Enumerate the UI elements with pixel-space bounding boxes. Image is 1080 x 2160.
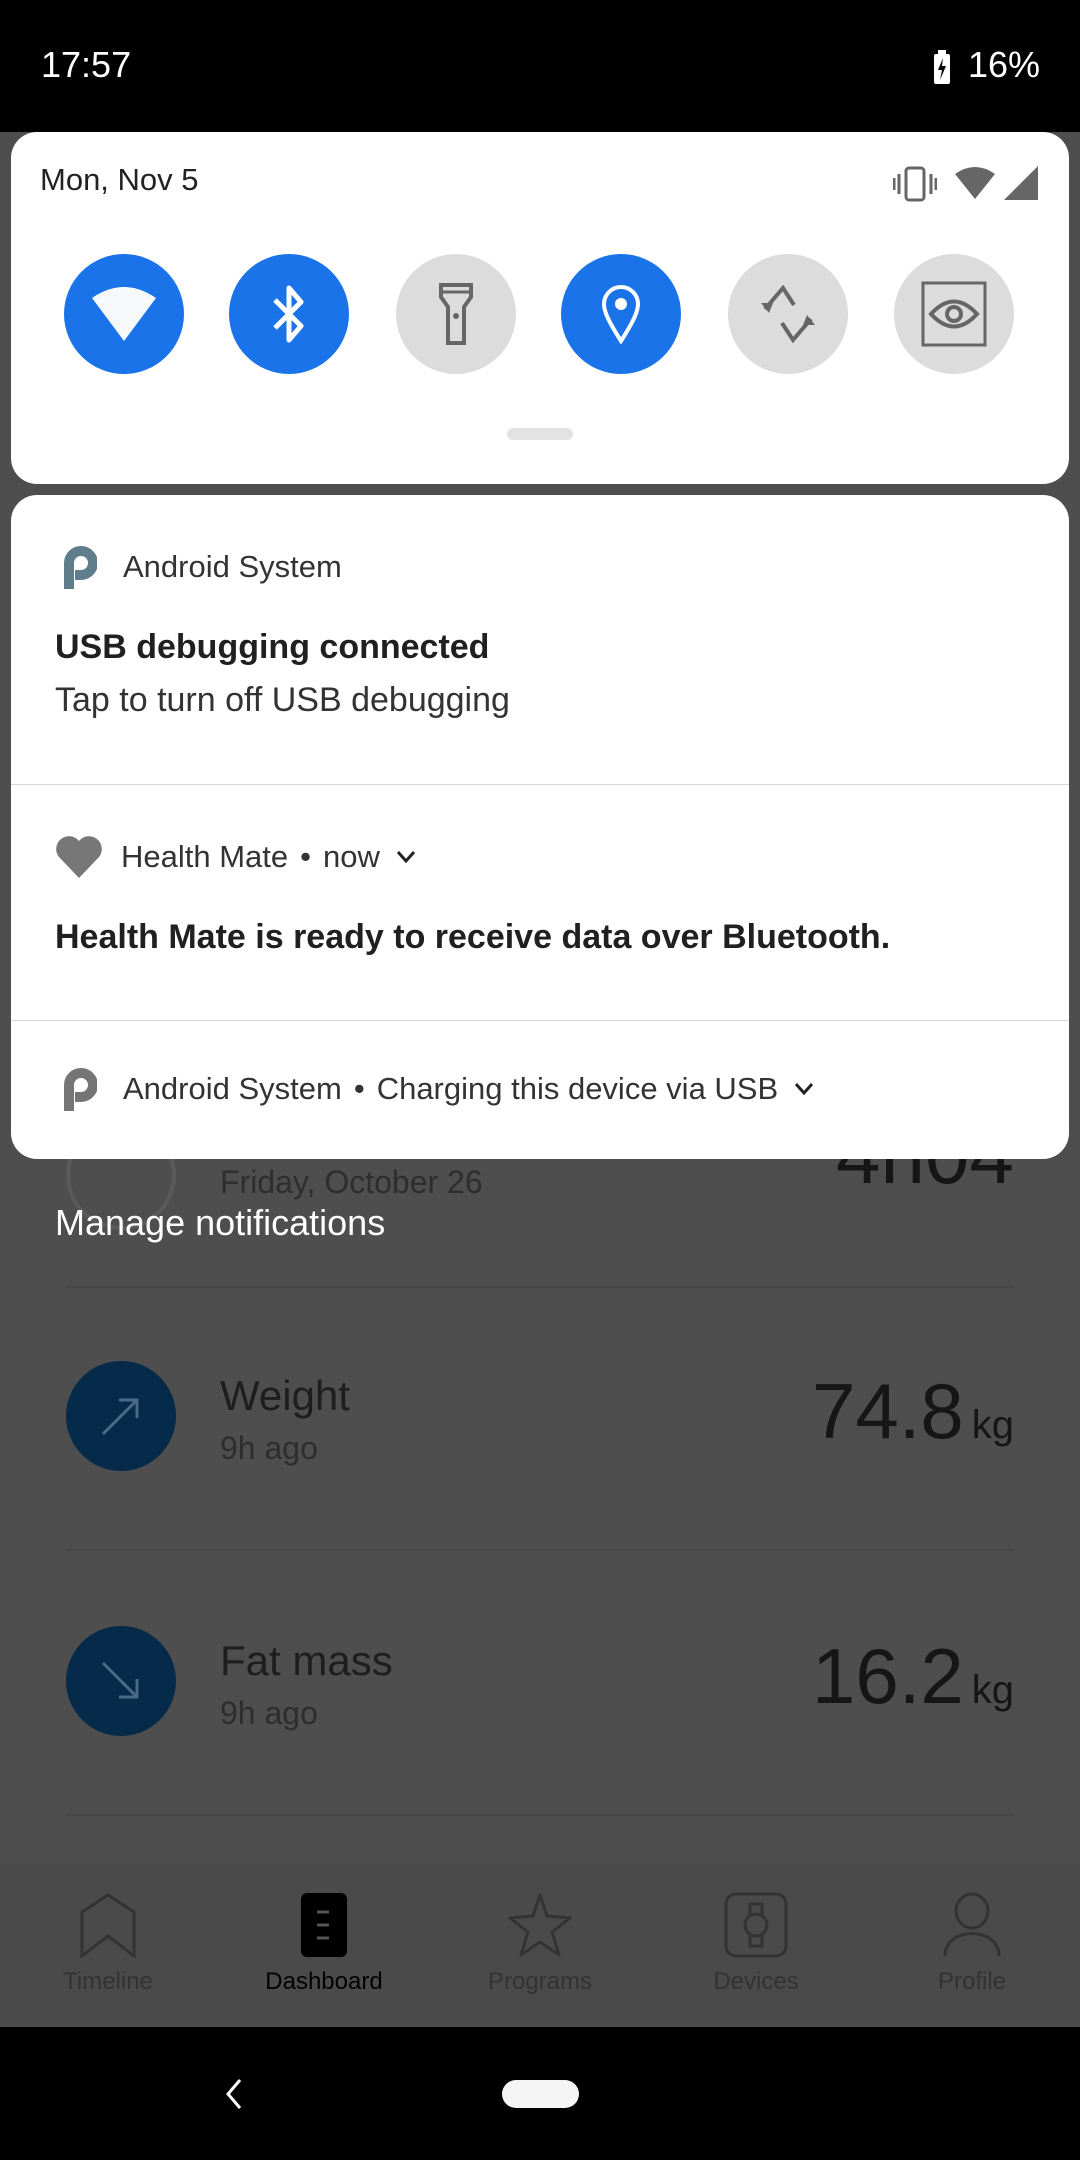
separator: •: [300, 839, 311, 874]
clock: 17:57: [41, 44, 132, 85]
tile-flashlight[interactable]: [396, 254, 516, 374]
app-name: Android System: [123, 1071, 342, 1106]
metric-time: 9h ago: [220, 1430, 318, 1466]
value: 74.8: [811, 1367, 964, 1455]
quick-settings-panel: Mon, Nov 5: [11, 132, 1069, 484]
app-name: Health Mate: [121, 839, 289, 874]
tile-bluetooth[interactable]: [229, 254, 349, 374]
location-icon: [601, 285, 641, 344]
notification-title: USB debugging connected: [55, 628, 490, 666]
android-system-icon: [64, 546, 97, 589]
value: 16.2: [811, 1632, 964, 1720]
metric-value: 16.2 kg: [812, 1631, 1014, 1722]
divider: [66, 1814, 1014, 1816]
rotate-icon: [761, 285, 815, 343]
notification-health-mate[interactable]: Health Mate • now Health Mate is ready t…: [11, 785, 1069, 1020]
nav-dashboard[interactable]: Dashboard: [216, 1864, 432, 2027]
divider: [66, 1549, 1014, 1551]
nav-label: Devices: [713, 1968, 799, 1995]
profile-icon: [943, 1892, 1001, 1957]
date: Mon, Nov 5: [40, 162, 199, 197]
nav-profile[interactable]: Profile: [864, 1864, 1080, 2027]
manage-notifications-button[interactable]: Manage notifications: [55, 1202, 385, 1244]
nav-timeline[interactable]: Timeline: [0, 1864, 216, 2027]
unit: kg: [971, 1403, 1014, 1447]
notification-summary: Charging this device via USB: [376, 1071, 779, 1106]
notification-usb-debugging[interactable]: Android System USB debugging connected T…: [11, 495, 1069, 784]
timeline-icon: [80, 1893, 136, 1958]
home-pill[interactable]: [502, 2080, 579, 2108]
nav-label: Timeline: [63, 1968, 153, 1995]
tile-location[interactable]: [561, 254, 681, 374]
watch-icon: [724, 1892, 788, 1958]
notification-text: Health Mate is ready to receive data ove…: [55, 918, 891, 956]
wifi-icon: [92, 287, 156, 341]
flashlight-icon: [439, 283, 473, 345]
notification-charging[interactable]: Android System • Charging this device vi…: [11, 1021, 1069, 1159]
dashboard-icon: [301, 1893, 347, 1957]
drag-handle[interactable]: [507, 428, 573, 440]
nav-programs[interactable]: Programs: [432, 1864, 648, 2027]
partial-date: Friday, October 26: [220, 1164, 483, 1200]
trend-down-icon: [66, 1626, 176, 1736]
notification-text: Tap to turn off USB debugging: [55, 681, 510, 719]
nav-label: Profile: [937, 1968, 1007, 1995]
battery-charging-icon: [934, 50, 950, 84]
metric-weight[interactable]: Weight 9h ago 74.8 kg: [0, 1320, 1080, 1520]
cell-signal-icon: [1004, 166, 1038, 200]
app-name: Android System: [123, 549, 342, 584]
tile-auto-rotate[interactable]: [728, 254, 848, 374]
bottom-nav: Timeline Dashboard Programs Devices Prof…: [0, 1864, 1080, 2027]
chevron-down-icon[interactable]: [794, 1082, 814, 1096]
star-icon: [508, 1893, 572, 1957]
chevron-down-icon[interactable]: [396, 850, 416, 864]
bluetooth-icon: [273, 285, 304, 343]
eye-icon: [921, 281, 987, 347]
metric-time: 9h ago: [220, 1695, 318, 1731]
notification-list: Android System USB debugging connected T…: [11, 495, 1069, 1159]
divider: [66, 1286, 1014, 1288]
metric-fat-mass[interactable]: Fat mass 9h ago 16.2 kg: [0, 1585, 1080, 1785]
wifi-signal-icon: [955, 167, 995, 199]
back-icon[interactable]: [222, 2077, 246, 2111]
status-bar: 17:57 16%: [0, 0, 1080, 132]
tile-wifi[interactable]: [64, 254, 184, 374]
tile-screen-cast[interactable]: [894, 254, 1014, 374]
metric-title: Fat mass: [220, 1637, 393, 1684]
nav-label: Programs: [487, 1968, 593, 1995]
system-nav-bar: [0, 2027, 1080, 2160]
battery-percent: 16%: [967, 44, 1040, 85]
metric-title: Weight: [220, 1372, 350, 1419]
heart-icon: [56, 836, 102, 878]
nav-devices[interactable]: Devices: [648, 1864, 864, 2027]
metric-value: 74.8 kg: [812, 1366, 1014, 1457]
trend-up-icon: [66, 1361, 176, 1471]
android-system-icon: [64, 1068, 97, 1111]
vibrate-icon: [893, 166, 937, 202]
notification-time: now: [323, 839, 380, 874]
unit: kg: [971, 1668, 1014, 1712]
nav-label: Dashboard: [265, 1968, 383, 1995]
separator: •: [353, 1071, 365, 1106]
